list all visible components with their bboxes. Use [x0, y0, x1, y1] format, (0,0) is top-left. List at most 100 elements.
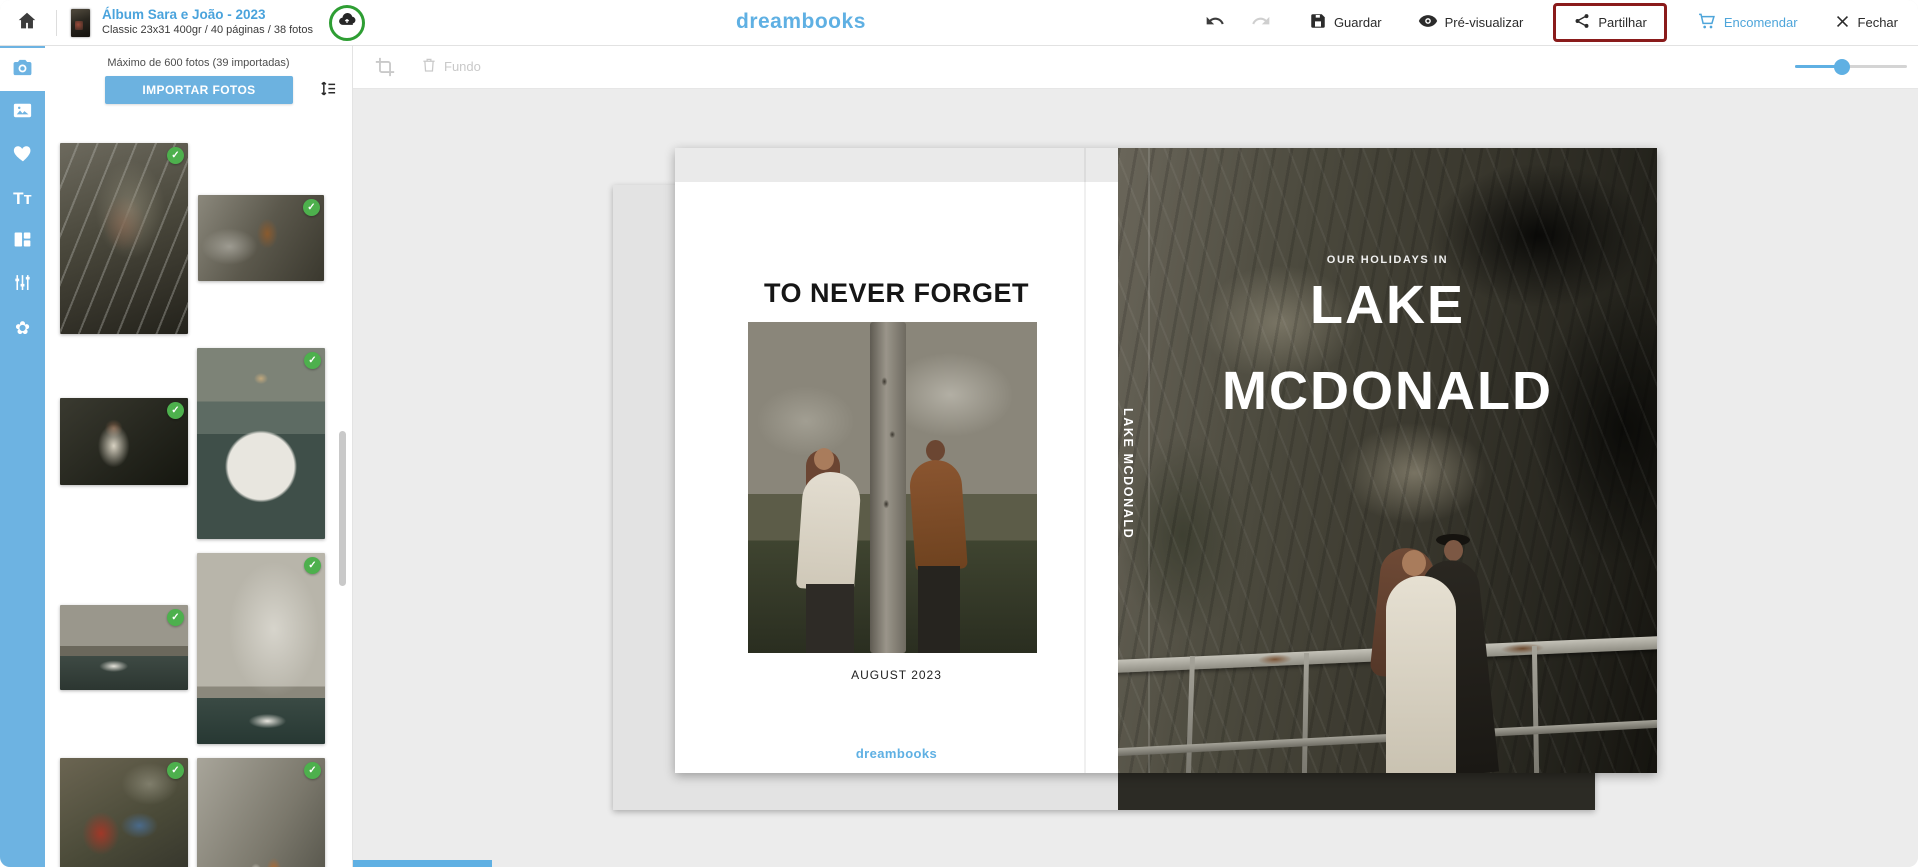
photo-panel: Máximo de 600 fotos (39 importadas) IMPO… [45, 45, 353, 867]
import-photos-button[interactable]: IMPORTAR FOTOS [105, 76, 293, 104]
close-button[interactable]: Fechar [1828, 12, 1904, 34]
photo-thumbnail[interactable]: ✓ [60, 143, 188, 334]
photo-thumbnail[interactable]: ✓ [198, 195, 324, 281]
photo-thumbnail[interactable]: ✓ [197, 348, 325, 539]
text-icon: Tᴛ [13, 189, 32, 209]
album-title: Álbum Sara e João - 2023 [102, 7, 313, 24]
woman-face [814, 448, 834, 470]
editor-canvas[interactable]: TO NEVER FORGET AUGUST 2023 dreambooks [352, 88, 1918, 867]
heart-icon [12, 142, 34, 169]
share-button[interactable]: Partilhar [1567, 11, 1652, 34]
album-subtitle: Classic 23x31 400gr / 40 páginas / 38 fo… [102, 24, 313, 38]
dreambooks-logo: dreambooks [736, 10, 866, 34]
front-fold-line [1148, 148, 1150, 773]
sidebar-item-text[interactable]: Tᴛ [0, 177, 45, 220]
photo-thumbnail[interactable]: ✓ [197, 758, 325, 867]
selected-check-badge: ✓ [303, 199, 320, 216]
layout-icon [12, 229, 33, 255]
top-bar-divider [56, 10, 57, 36]
man-sweater [908, 458, 968, 571]
home-icon [16, 10, 38, 35]
zoom-slider[interactable] [1795, 65, 1907, 68]
photo-thumbnail[interactable]: ✓ [60, 398, 188, 485]
preview-label: Pré-visualizar [1445, 15, 1524, 30]
photo-list-scrollbar[interactable] [339, 431, 346, 586]
upload-status-badge[interactable] [329, 5, 365, 41]
book-cover-spread[interactable]: TO NEVER FORGET AUGUST 2023 dreambooks [675, 148, 1657, 773]
sidebar-item-images[interactable] [0, 91, 45, 134]
photo-thumbnail[interactable]: ✓ [60, 605, 188, 690]
sort-order-button[interactable] [312, 78, 344, 103]
save-icon [1309, 12, 1327, 33]
woman-face [1402, 550, 1426, 576]
sidebar-item-stickers[interactable]: ✿ [0, 306, 45, 349]
undo-button[interactable] [1201, 7, 1229, 38]
front-cover-title-line2[interactable]: MCDONALD [1118, 360, 1657, 422]
zoom-slider-thumb[interactable] [1834, 59, 1850, 75]
dreambooks-editor-window: Álbum Sara e João - 2023 Classic 23x31 4… [0, 0, 1918, 867]
back-cover-photo[interactable] [748, 322, 1037, 653]
selected-check-badge: ✓ [167, 609, 184, 626]
canvas-toolbar: Fundo [352, 45, 1918, 89]
cart-icon [1697, 11, 1717, 34]
close-icon [1834, 13, 1851, 33]
home-button[interactable] [12, 6, 42, 39]
man-face [926, 440, 945, 461]
top-bar-actions: Guardar Pré-visualizar Partilhar [1201, 0, 1904, 45]
front-cover-page[interactable]: LAKE MCDONALD OUR HOLIDAYS IN LAKE MCDON… [1118, 148, 1657, 773]
background-label: Fundo [444, 59, 481, 74]
selected-check-badge: ✓ [304, 352, 321, 369]
tree-trunk [870, 322, 906, 653]
save-button[interactable]: Guardar [1303, 11, 1388, 34]
selected-check-badge: ✓ [167, 402, 184, 419]
sticker-icon: ✿ [15, 319, 30, 337]
photo-limit-text: Máximo de 600 fotos (39 importadas) [45, 57, 352, 69]
back-cover-brand: dreambooks [675, 746, 1118, 761]
back-cover-page[interactable]: TO NEVER FORGET AUGUST 2023 dreambooks [675, 182, 1118, 773]
tool-sidebar: Tᴛ ✿ [0, 45, 45, 867]
sidebar-item-layouts[interactable] [0, 220, 45, 263]
share-highlight-box: Partilhar [1553, 3, 1666, 42]
undo-icon [1205, 11, 1225, 34]
back-cover-caption[interactable]: AUGUST 2023 [675, 668, 1118, 682]
order-button[interactable]: Encomendar [1691, 10, 1804, 35]
back-cover-title[interactable]: TO NEVER FORGET [675, 278, 1118, 309]
sidebar-item-favorites[interactable] [0, 134, 45, 177]
crop-button[interactable] [368, 55, 402, 82]
eye-icon [1418, 11, 1438, 34]
redo-button[interactable] [1247, 7, 1275, 38]
man-face [1444, 540, 1463, 561]
woman-skirt [806, 584, 854, 653]
redo-icon [1251, 11, 1271, 34]
canvas-horizontal-scrollbar[interactable] [352, 860, 492, 867]
top-bar-left: Álbum Sara e João - 2023 Classic 23x31 4… [0, 5, 365, 41]
trash-icon [420, 56, 438, 77]
cloud-upload-icon [337, 10, 357, 35]
save-label: Guardar [1334, 15, 1382, 30]
album-meta: Álbum Sara e João - 2023 Classic 23x31 4… [102, 7, 313, 38]
sidebar-item-photos[interactable] [0, 48, 45, 91]
image-icon [11, 99, 34, 127]
undo-redo-group [1201, 7, 1275, 38]
photo-thumbnail[interactable]: ✓ [197, 553, 325, 744]
woman-sweater [1386, 576, 1456, 773]
front-cover-kicker[interactable]: OUR HOLIDAYS IN [1118, 254, 1657, 266]
close-label: Fechar [1858, 15, 1898, 30]
sliders-icon [12, 272, 33, 298]
sort-icon [318, 87, 338, 102]
photo-thumbnail[interactable]: ✓ [60, 758, 188, 867]
camera-icon [11, 56, 34, 84]
sidebar-item-adjustments[interactable] [0, 263, 45, 306]
delete-background-button[interactable]: Fundo [414, 55, 487, 78]
selected-check-badge: ✓ [304, 557, 321, 574]
woman-sweater [796, 470, 862, 592]
top-bar: Álbum Sara e João - 2023 Classic 23x31 4… [0, 0, 1918, 46]
share-label: Partilhar [1598, 15, 1646, 30]
spine-text[interactable]: LAKE MCDONALD [1121, 408, 1135, 539]
man-pants [918, 566, 960, 653]
preview-button[interactable]: Pré-visualizar [1412, 10, 1530, 35]
front-cover-title-line1[interactable]: LAKE [1118, 274, 1657, 336]
selected-check-badge: ✓ [167, 147, 184, 164]
album-thumbnail [71, 9, 90, 37]
selected-check-badge: ✓ [304, 762, 321, 779]
